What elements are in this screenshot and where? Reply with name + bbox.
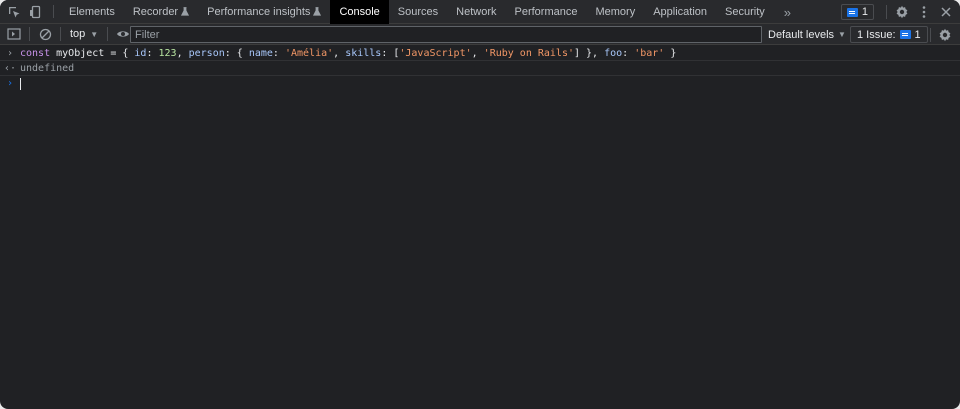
tab-label: Console: [339, 6, 380, 18]
close-icon[interactable]: [935, 0, 957, 24]
console-output[interactable]: › const myObject = { id: 123, person: { …: [0, 46, 960, 409]
tab-memory[interactable]: Memory: [586, 0, 644, 24]
tab-label: Network: [456, 6, 497, 18]
code-token: ,: [333, 48, 346, 59]
divider: [930, 28, 931, 42]
code-token: :: [146, 48, 159, 59]
divider: [60, 27, 61, 41]
tab-label: Performance insights: [207, 6, 311, 18]
code-token: ,: [176, 48, 189, 59]
code-token: const: [20, 48, 51, 59]
console-prompt[interactable]: ›: [0, 76, 960, 91]
tab-performance[interactable]: Performance: [506, 0, 587, 24]
text-cursor: [20, 78, 21, 90]
tabbar-right-controls: 1: [840, 0, 960, 24]
code-token: : [: [381, 48, 400, 59]
context-label: top: [70, 28, 86, 40]
input-chevron-icon: ›: [6, 48, 14, 59]
messages-count: 1: [861, 6, 868, 18]
devtools-window: Elements Recorder Performance insights Cons…: [0, 0, 960, 409]
code-token: 123: [158, 48, 177, 59]
tab-recorder[interactable]: Recorder: [124, 0, 198, 24]
code-token: ] },: [573, 48, 605, 59]
divider: [29, 27, 30, 41]
code-token: ,: [471, 48, 484, 59]
console-input-code: const myObject = { id: 123, person: { na…: [20, 48, 676, 59]
tab-performance-insights[interactable]: Performance insights: [198, 0, 330, 24]
code-token: id: [134, 48, 147, 59]
show-sidebar-icon[interactable]: [2, 24, 26, 45]
message-icon: [899, 30, 911, 39]
code-token: 'Amélia': [284, 48, 334, 59]
code-token: 'bar': [634, 48, 665, 59]
code-token: foo: [604, 48, 623, 59]
log-levels-label: Default levels: [768, 28, 835, 41]
console-settings-gear-icon[interactable]: [934, 24, 956, 45]
code-token: }: [664, 48, 677, 59]
chevron-down-icon: ▼: [838, 30, 846, 39]
tab-application[interactable]: Application: [644, 0, 716, 24]
tab-label: Memory: [595, 6, 636, 18]
divider: [53, 5, 54, 18]
console-filter-input[interactable]: [130, 26, 762, 43]
prompt-chevron-icon: ›: [6, 78, 14, 89]
more-options-icon[interactable]: [913, 0, 935, 24]
code-token: myObject = {: [50, 48, 135, 59]
panel-tab-bar: Elements Recorder Performance insights Cons…: [0, 0, 960, 24]
console-toolbar: top ▼ Default levels ▼ 1 Issue: 1: [0, 24, 960, 45]
console-result-line: ‹· undefined: [0, 61, 960, 76]
tab-label: Elements: [69, 6, 115, 18]
tab-label: Recorder: [132, 6, 179, 18]
divider: [107, 27, 109, 41]
code-token: :: [622, 48, 635, 59]
code-token: skills: [345, 48, 382, 59]
log-levels-dropdown[interactable]: Default levels ▼: [768, 24, 846, 45]
js-context-selector[interactable]: top ▼: [64, 24, 104, 45]
issues-label: 1 Issue:: [857, 28, 896, 41]
tab-network[interactable]: Network: [447, 0, 505, 24]
issues-count: 1: [914, 28, 921, 41]
divider: [886, 5, 887, 19]
tab-security[interactable]: Security: [716, 0, 774, 24]
code-token: :: [272, 48, 285, 59]
inspect-element-icon[interactable]: [3, 0, 25, 24]
code-token: 'JavaScript': [399, 48, 472, 59]
chevron-down-icon: ▼: [90, 29, 99, 39]
code-token: 'Ruby on Rails': [483, 48, 574, 59]
messages-badge[interactable]: 1: [840, 4, 874, 20]
code-token: name: [248, 48, 273, 59]
tab-label: Performance: [514, 6, 578, 18]
tab-label: Application: [653, 6, 708, 18]
tab-sources[interactable]: Sources: [389, 0, 447, 24]
issues-counter-button[interactable]: 1 Issue: 1: [850, 26, 928, 43]
tab-console[interactable]: Console: [330, 0, 389, 24]
code-token: : {: [224, 48, 249, 59]
experimental-flask-icon: [313, 6, 322, 18]
tab-label: Security: [725, 6, 765, 18]
experimental-flask-icon: [181, 6, 190, 18]
panel-tabs: Elements Recorder Performance insights Cons…: [60, 0, 774, 24]
console-result-value: undefined: [20, 63, 75, 74]
more-tabs-button[interactable]: »: [774, 0, 801, 24]
console-input-line: › const myObject = { id: 123, person: { …: [0, 46, 960, 61]
device-toolbar-icon[interactable]: [25, 0, 47, 24]
result-arrow-icon: ‹·: [3, 63, 17, 74]
settings-gear-icon[interactable]: [891, 0, 913, 24]
message-icon: [846, 7, 858, 17]
code-token: person: [188, 48, 225, 59]
tab-elements[interactable]: Elements: [60, 0, 124, 24]
tab-label: Sources: [397, 6, 439, 18]
clear-console-icon[interactable]: [33, 24, 57, 45]
